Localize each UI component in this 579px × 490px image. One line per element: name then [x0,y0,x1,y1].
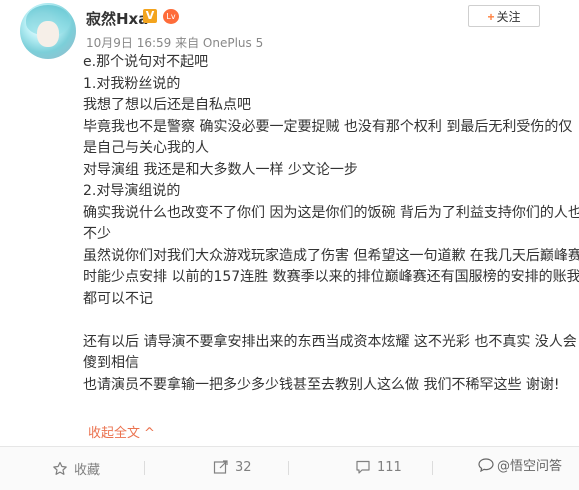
post-content: e.那个说句对不起吧 1.对我粉丝说的 我想了想以后还是自私点吧 毕竟我也不是警… [83,52,579,396]
follow-button[interactable]: + 关注 [468,5,540,27]
author-name[interactable]: 寂然Hxa [86,8,148,29]
post-line: 不少 [83,226,111,242]
level-badge: Lv [163,9,179,24]
chat-bubble-icon [478,457,494,472]
post-line: e.那个说句对不起吧 [83,54,209,70]
comment-icon [355,459,371,475]
repost-icon [213,459,229,475]
plus-icon: + [487,10,495,24]
post-line: 1.对我粉丝说的 [83,75,181,92]
post-line: 也请演员不要拿输一把多少多少钱甚至去教别人这么做 我们不稀罕这些 谢谢! [83,376,560,393]
star-icon [52,461,68,477]
collapse-label: 收起全文 [88,426,141,441]
post-line: 确实我说什么也改变不了你们 因为这是你们的饭碗 背后为了利益支持你们的人也 [83,204,579,221]
watermark-text: @悟空问答 [497,459,563,474]
comment-button[interactable]: 111 [355,459,402,475]
action-divider [144,461,145,475]
post-blank-line [83,310,579,332]
comment-count: 111 [377,459,402,475]
action-divider [432,461,433,475]
repost-button[interactable]: 32 [213,459,252,475]
repost-count: 32 [235,459,252,475]
post-line: 是自己与关心我的人 [83,140,209,156]
post-line: 对导演组 我还是和大多数人一样 少文论一步 [83,161,358,178]
favorite-button[interactable]: 收藏 [52,459,100,478]
post-line: 毕竟我也不是警察 确实没必要一定要捉贼 也没有那个权利 到最后无利受伤的仅 [83,118,573,135]
watermark: @悟空问答 [478,455,562,474]
post-meta: 10月9日 16:59 来自 OnePlus 5 [86,36,264,50]
post-line: 都可以不记 [83,290,153,307]
avatar-face [37,21,59,47]
avatar[interactable] [20,3,76,59]
post-line: 我想了想以后还是自私点吧 [83,97,251,113]
verified-badge: V [143,9,157,23]
post-line: 时能少点安排 以前的157连胜 数赛季以来的排位巅峰赛还有国服榜的安排的账我 [83,269,579,285]
collapse-arrow-icon: ^ [144,426,155,441]
post-line: 2.对导演组说的 [83,183,181,199]
collapse-link[interactable]: 收起全文 ^ [88,422,155,441]
follow-label: 关注 [496,10,521,24]
post-line: 还有以后 请导演不要拿安排出来的东西当成资本炫耀 这不光彩 也不真实 没人会 [83,333,577,350]
action-divider [288,461,289,475]
post-line: 傻到相信 [83,355,139,371]
favorite-label: 收藏 [74,463,101,478]
post-line: 虽然说你们对我们大众游戏玩家造成了伤害 但希望这一句道歉 在我几天后巅峰赛 [83,247,579,264]
